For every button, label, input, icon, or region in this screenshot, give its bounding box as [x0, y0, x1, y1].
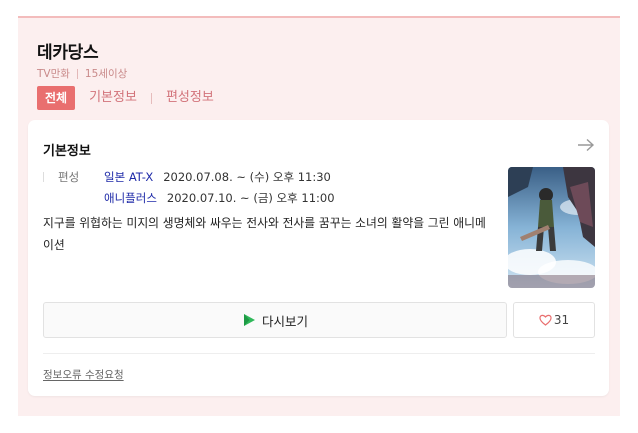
meta-divider [76, 68, 78, 79]
tab-schedule-info[interactable]: 편성정보 [166, 86, 214, 110]
play-icon [243, 314, 255, 326]
schedule-bullet [43, 171, 44, 182]
program-type: TV만화 [37, 68, 70, 80]
channel-name[interactable]: 일본 AT-X [104, 169, 153, 185]
tab-bar: 전체 기본정보 편성정보 [37, 86, 214, 110]
replay-label: 다시보기 [261, 313, 308, 329]
air-time: 2020.07.10. ~ (금) 오후 11:00 [166, 190, 335, 205]
channel-name[interactable]: 애니플러스 [104, 190, 157, 206]
basic-info-card: 기본정보 편성 일본 AT-X 2020.07.08. ~ (수) 오후 11:… [28, 120, 609, 396]
schedule-row: 애니플러스 2020.07.10. ~ (금) 오후 11:00 [43, 187, 335, 208]
card-divider [43, 353, 595, 354]
tab-basic-info[interactable]: 기본정보 [89, 86, 137, 110]
report-error-link[interactable]: 정보오류 수정요청 [43, 367, 124, 382]
card-title[interactable]: 기본정보 [43, 140, 91, 159]
like-button[interactable]: 31 [513, 302, 595, 338]
heart-icon [539, 314, 552, 326]
tab-divider [150, 92, 152, 104]
schedule-row: 편성 일본 AT-X 2020.07.08. ~ (수) 오후 11:30 [43, 166, 335, 187]
program-panel: 데카당스 TV만화 15세이상 전체 기본정보 편성정보 기본정보 편성 일본 … [18, 16, 620, 416]
replay-button[interactable]: 다시보기 [43, 302, 507, 338]
program-title: 데카당스 [37, 43, 99, 63]
schedule-list: 편성 일본 AT-X 2020.07.08. ~ (수) 오후 11:30 애니… [43, 166, 335, 208]
like-count: 31 [553, 313, 570, 327]
program-meta: TV만화 15세이상 [37, 66, 127, 81]
program-poster[interactable] [508, 167, 595, 288]
schedule-label: 편성 [58, 169, 80, 184]
program-description: 지구를 위협하는 미지의 생명체와 싸우는 전사와 전사를 꿈꾸는 소녀의 활약… [43, 216, 486, 252]
tab-all[interactable]: 전체 [37, 86, 76, 110]
program-rating: 15세이상 [84, 68, 128, 80]
arrow-right-icon[interactable] [577, 138, 595, 152]
air-time: 2020.07.08. ~ (수) 오후 11:30 [163, 169, 331, 184]
